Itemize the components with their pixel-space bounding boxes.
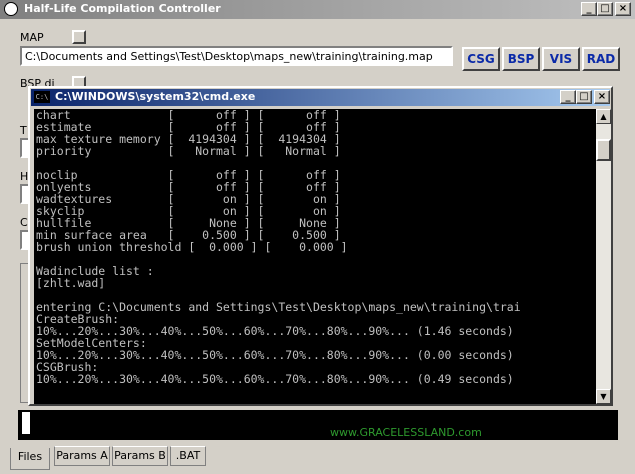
tab-bat[interactable]: .BAT	[170, 446, 206, 466]
cmd-close-button[interactable]: ×	[594, 90, 610, 104]
scroll-down-button[interactable]: ▼	[596, 389, 611, 404]
console-line: priority [ Normal ] [ Normal ]	[36, 144, 341, 158]
console-line: [zhlt.wad]	[36, 276, 106, 290]
minimize-button[interactable]: _	[581, 2, 597, 16]
map-path-input[interactable]: C:\Documents and Settings\Test\Desktop\m…	[20, 46, 453, 66]
scroll-thumb[interactable]	[596, 139, 611, 161]
console-line: entering C:\Documents and Settings\Test\…	[36, 300, 521, 314]
map-label: MAP	[20, 31, 44, 44]
cmd-minimize-button[interactable]: _	[560, 90, 576, 104]
console-line: 10%...20%...30%...40%...50%...60%...70%.…	[36, 348, 514, 362]
maximize-button[interactable]: □	[597, 2, 613, 16]
scroll-up-button[interactable]: ▲	[596, 109, 611, 124]
close-button[interactable]: ×	[615, 2, 631, 16]
tab-params-a[interactable]: Params A	[54, 446, 110, 466]
footer-link[interactable]: www.GRACELESSLAND.com	[330, 426, 482, 439]
tab-params-b[interactable]: Params B	[112, 446, 168, 466]
cmd-window-title: C:\WINDOWS\system32\cmd.exe	[55, 90, 256, 103]
app-icon	[4, 2, 18, 16]
rad-button[interactable]: RAD	[582, 47, 620, 71]
console-line: brush union threshold [ 0.000 ] [ 0.000 …	[36, 240, 348, 254]
csg-button[interactable]: CSG	[462, 47, 500, 71]
cmd-maximize-button[interactable]: □	[576, 90, 592, 104]
console-output[interactable]: chart [ off ] [ off ] estimate [ off ] [ …	[34, 109, 596, 404]
map-checkbox[interactable]	[72, 30, 86, 44]
console-line: 10%...20%...30%...40%...50%...60%...70%.…	[36, 372, 514, 386]
main-title-bar[interactable]: Half-Life Compilation Controller _ □ ×	[0, 0, 635, 19]
vis-button[interactable]: VIS	[542, 47, 580, 71]
t-label: T	[20, 124, 27, 137]
main-window-title: Half-Life Compilation Controller	[24, 2, 221, 15]
cmd-window: C:\ C:\WINDOWS\system32\cmd.exe _ □ × ch…	[28, 86, 613, 406]
tab-files[interactable]: Files	[10, 448, 50, 470]
console-line: Wadinclude list :	[36, 264, 154, 278]
map-path-value: C:\Documents and Settings\Test\Desktop\m…	[25, 50, 433, 63]
cmd-title-bar[interactable]: C:\ C:\WINDOWS\system32\cmd.exe _ □ ×	[31, 89, 610, 106]
cmd-vertical-scrollbar[interactable]: ▲ ▼	[596, 109, 611, 404]
footer-banner: www.GRACELESSLAND.com	[18, 410, 618, 440]
c-label: C	[20, 216, 28, 229]
cmd-icon: C:\	[34, 91, 50, 103]
bsp-button[interactable]: BSP	[502, 47, 540, 71]
banner-logo	[22, 412, 30, 434]
